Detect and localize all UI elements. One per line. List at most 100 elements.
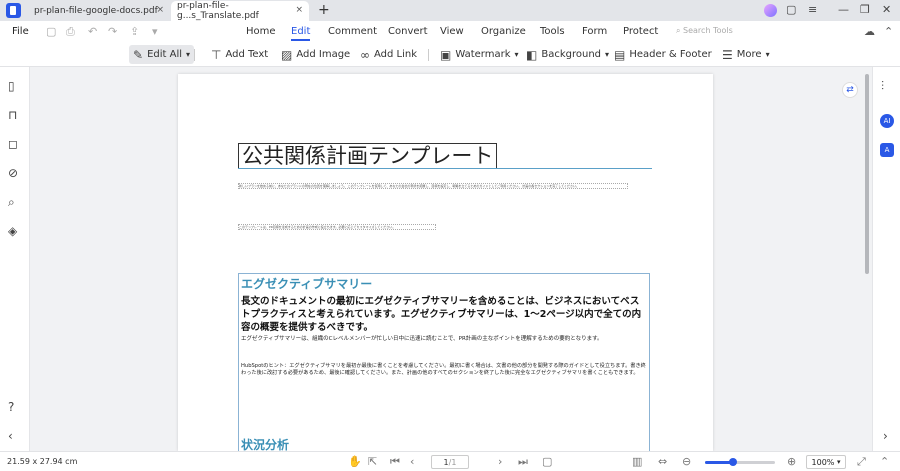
watermark-button[interactable]: ▣ Watermark ▾	[436, 45, 523, 64]
add-tab-button[interactable]: +	[318, 2, 330, 18]
more-button[interactable]: ☰ More ▾	[718, 45, 774, 64]
zoom-select[interactable]: 100% ▾	[806, 455, 846, 469]
more-label: More	[736, 49, 762, 60]
zoom-slider-thumb[interactable]	[729, 458, 737, 466]
text-box-icon: ⊤	[211, 47, 222, 62]
translate-icon[interactable]: ⇄	[842, 82, 858, 98]
chevron-down-icon: ▾	[186, 50, 191, 59]
fullscreen-icon[interactable]: ⤢	[857, 455, 866, 469]
chevron-left-icon[interactable]: ‹	[8, 429, 13, 443]
search-icon[interactable]: ⌕	[8, 195, 15, 210]
layers-icon[interactable]: ◈	[8, 224, 17, 238]
background-label: Background	[541, 49, 602, 60]
menu-icon[interactable]: ≡	[808, 3, 817, 16]
left-sidebar: ▯ ⊓ ◻ ⊘ ⌕ ◈ ? ‹	[0, 67, 30, 451]
divider	[194, 49, 195, 61]
menu-protect[interactable]: Protect	[623, 26, 658, 37]
properties-icon[interactable]: ⫶	[881, 79, 884, 94]
avatar[interactable]	[764, 4, 777, 17]
restore-button[interactable]: ❐	[860, 3, 870, 16]
edit-all-label: Edit All	[147, 49, 183, 60]
menu-file[interactable]: File	[12, 26, 29, 37]
total-pages: /1	[448, 457, 457, 467]
fit-width-icon[interactable]: ⇔	[658, 455, 667, 468]
intro-paragraph[interactable]: 新しいプランを始める前に、あなたのブランドの現在の位置を理解しましょう。 このテ…	[238, 183, 628, 189]
cloud-icon[interactable]: ☁	[864, 25, 875, 38]
add-image-button[interactable]: ▨ Add Image	[277, 45, 354, 64]
more-icon: ☰	[722, 47, 733, 62]
collapse-icon[interactable]: ⌃	[880, 455, 889, 468]
link-icon: ∞	[360, 47, 370, 62]
add-text-button[interactable]: ⊤ Add Text	[207, 45, 272, 64]
vertical-scrollbar[interactable]	[865, 74, 869, 274]
print-icon[interactable]: ⎙	[66, 25, 75, 39]
zoom-slider[interactable]	[705, 458, 775, 466]
ai-assistant-icon[interactable]: AI	[880, 114, 894, 128]
divider	[428, 49, 429, 61]
right-sidebar: ⫶ AI A ›	[872, 67, 900, 451]
select-icon[interactable]: ⇱	[368, 455, 377, 468]
header-footer-button[interactable]: ▤ Header & Footer	[610, 45, 716, 64]
chevron-right-icon[interactable]: ›	[883, 429, 888, 443]
zoom-value: 100%	[811, 457, 835, 467]
menu-edit[interactable]: Edit	[291, 26, 311, 41]
title-bar: pr-plan-file-google-docs.pdf × pr-plan-f…	[0, 0, 900, 21]
menu-form[interactable]: Form	[582, 26, 607, 37]
hand-icon[interactable]: ✋	[348, 455, 362, 468]
tab-translate[interactable]: pr-plan-file-g...s_Translate.pdf ×	[171, 1, 309, 21]
prev-page-icon[interactable]: ‹	[410, 455, 414, 468]
page-number-input[interactable]: 1/1	[431, 455, 469, 469]
background-button[interactable]: ◧ Background ▾	[522, 45, 613, 64]
executive-summary-text: エグゼクティブサマリーは、組織のCレベルメンバーが忙しい日中に迅速に読むことで、…	[241, 336, 603, 342]
menu-comment[interactable]: Comment	[328, 26, 377, 37]
help-icon[interactable]: ?	[8, 400, 14, 414]
document-page: 公共関係計画テンプレート 新しいプランを始める前に、あなたのブランドの現在の位置…	[178, 74, 713, 451]
menu-view[interactable]: View	[440, 26, 464, 37]
menu-tools[interactable]: Tools	[540, 26, 565, 37]
header-footer-label: Header & Footer	[629, 49, 712, 60]
header-footer-icon: ▤	[614, 47, 626, 62]
search-tools[interactable]: ⌕ Search Tools	[676, 26, 733, 36]
template-note[interactable]: このテンプレートは、PR目標を達成するための計画の作成に役立ちます。必要に応じて…	[238, 224, 436, 230]
chevron-down-icon[interactable]: ▾	[152, 25, 158, 38]
first-page-icon[interactable]: ⏮	[390, 455, 400, 469]
menu-convert[interactable]: Convert	[388, 26, 428, 37]
undo-icon[interactable]: ↶	[88, 25, 97, 38]
fit-page-icon[interactable]: ▢	[542, 455, 552, 468]
next-page-icon[interactable]: ›	[498, 455, 502, 468]
edit-all-button[interactable]: ✎ Edit All ▾	[129, 45, 195, 64]
collapse-icon[interactable]: ⌃	[884, 25, 893, 38]
chevron-down-icon: ▾	[765, 50, 770, 59]
new-icon[interactable]: ▢	[46, 25, 56, 38]
add-link-label: Add Link	[374, 49, 418, 60]
message-icon[interactable]: ▢	[786, 3, 796, 16]
thumbnails-icon[interactable]: ▯	[8, 79, 15, 93]
close-icon[interactable]: ×	[295, 5, 303, 15]
ai-translate-icon[interactable]: A	[880, 143, 894, 157]
executive-summary-heading: エグゼクティブサマリー	[241, 277, 373, 291]
menu-organize[interactable]: Organize	[481, 26, 526, 37]
close-window-button[interactable]: ✕	[882, 3, 891, 16]
background-icon: ◧	[526, 47, 538, 62]
app-logo-icon	[6, 3, 21, 18]
search-icon: ⌕	[676, 26, 684, 35]
share-icon[interactable]: ⇪	[130, 25, 139, 38]
close-icon[interactable]: ×	[156, 5, 164, 15]
zoom-in-icon[interactable]: ⊕	[787, 455, 796, 468]
attachment-icon[interactable]: ⊘	[8, 166, 18, 180]
minimize-button[interactable]: —	[838, 3, 849, 16]
tab-google-docs[interactable]: pr-plan-file-google-docs.pdf ×	[28, 1, 170, 21]
layout-icon[interactable]: ▥	[632, 455, 642, 468]
menu-home[interactable]: Home	[246, 26, 276, 37]
document-title[interactable]: 公共関係計画テンプレート	[238, 143, 498, 169]
title-underline	[238, 168, 652, 169]
comment-icon[interactable]: ◻	[8, 137, 18, 151]
add-link-button[interactable]: ∞ Add Link	[356, 45, 421, 64]
redo-icon[interactable]: ↷	[108, 25, 117, 38]
last-page-icon[interactable]: ⏭	[518, 455, 528, 469]
executive-summary-block[interactable]: エグゼクティブサマリー 長文のドキュメントの最初にエグゼクティブサマリーを含める…	[238, 273, 650, 451]
zoom-out-icon[interactable]: ⊖	[682, 455, 691, 468]
bookmark-icon[interactable]: ⊓	[8, 108, 17, 122]
add-text-label: Add Text	[225, 49, 269, 60]
watermark-label: Watermark	[455, 49, 511, 60]
